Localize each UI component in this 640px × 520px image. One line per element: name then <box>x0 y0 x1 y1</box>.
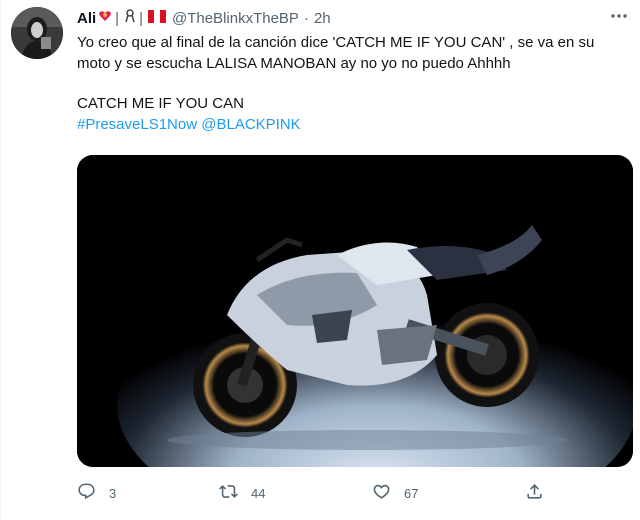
motorcycle-photo <box>77 155 633 467</box>
peru-flag-icon <box>147 9 166 27</box>
tweet-text-line: Yo creo que al final de la canción dice … <box>77 34 595 72</box>
like-button[interactable]: 67 <box>372 482 418 504</box>
mention-link[interactable]: @BLACKPINK <box>201 116 300 133</box>
separator: | <box>139 9 143 27</box>
retweet-icon <box>219 482 238 504</box>
reply-icon <box>77 482 96 504</box>
tweet-header: Ali | | @TheBlinkxTheBP · 2h <box>77 8 331 28</box>
separator: | <box>115 9 120 27</box>
timestamp[interactable]: 2h <box>314 10 331 27</box>
heart-emoji-icon <box>98 9 112 27</box>
tweet-text-line: CATCH ME IF YOU CAN <box>77 95 244 112</box>
retweet-button[interactable]: 44 <box>219 482 265 504</box>
tweet-actions: 3 44 67 <box>77 482 557 504</box>
dot-separator: · <box>303 9 309 27</box>
hashtag-link[interactable]: #PresaveLS1Now <box>77 116 197 133</box>
retweet-count: 44 <box>251 485 266 501</box>
tweet-text: Yo creo que al final de la canción dice … <box>77 33 625 135</box>
tweet[interactable]: Ali | | @TheBlinkxTheBP · 2h Yo creo que… <box>0 0 640 520</box>
ribbon-emoji-icon <box>124 9 136 27</box>
author-name[interactable]: Ali <box>77 10 96 27</box>
share-icon <box>525 482 544 504</box>
more-icon[interactable] <box>607 6 631 26</box>
avatar-image <box>11 7 63 59</box>
share-button[interactable] <box>525 482 544 504</box>
reply-button[interactable]: 3 <box>77 482 116 504</box>
tweet-media-image[interactable] <box>77 155 633 467</box>
like-count: 67 <box>404 485 419 501</box>
avatar[interactable] <box>11 7 63 59</box>
heart-icon <box>372 482 391 504</box>
author-handle[interactable]: @TheBlinkxTheBP <box>172 10 299 27</box>
reply-count: 3 <box>109 485 117 501</box>
